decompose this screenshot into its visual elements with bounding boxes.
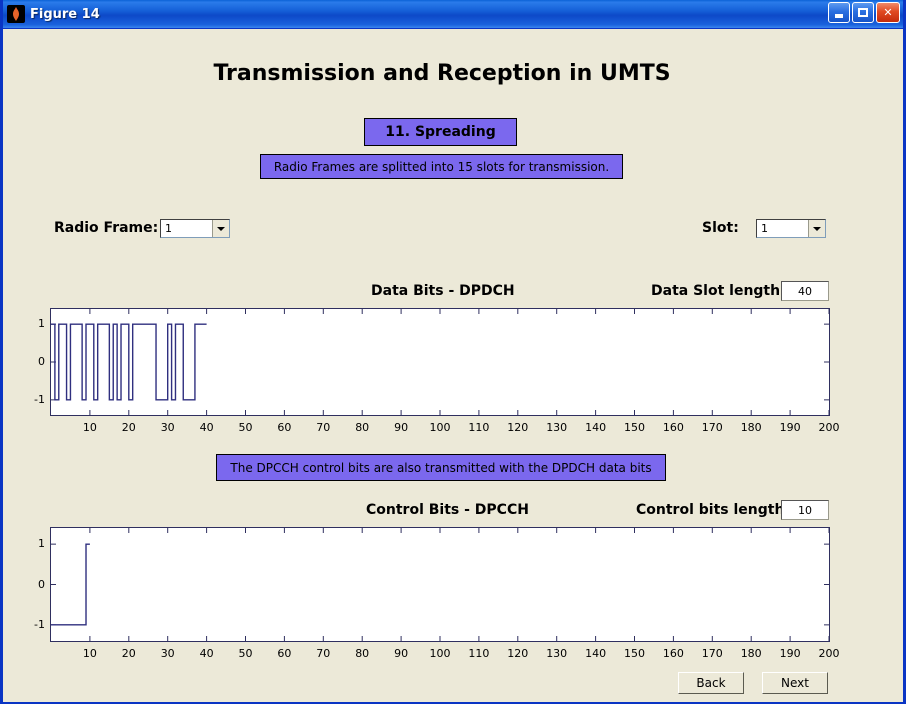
chevron-down-icon[interactable] xyxy=(808,220,825,237)
xtick-label: 130 xyxy=(546,647,568,660)
xtick-label: 60 xyxy=(277,421,292,434)
xtick-label: 200 xyxy=(818,647,840,660)
xtick-label: 140 xyxy=(585,647,607,660)
waveform-trace xyxy=(51,543,90,626)
figure-window: Figure 14 ✕ Transmission and Reception i… xyxy=(0,0,906,704)
window-controls: ✕ xyxy=(828,2,900,23)
xtick-label: 90 xyxy=(394,647,409,660)
xtick-label: 80 xyxy=(355,647,370,660)
ytick-label: 0 xyxy=(38,577,45,591)
radio-frame-value: 1 xyxy=(165,222,172,235)
slot-dropdown[interactable]: 1 xyxy=(756,219,826,238)
xtick-label: 90 xyxy=(394,421,409,434)
xtick-label: 100 xyxy=(429,647,451,660)
page-title: Transmission and Reception in UMTS xyxy=(213,61,671,86)
control-bits-length-input[interactable]: 10 xyxy=(781,500,829,520)
xtick-label: 60 xyxy=(277,647,292,660)
control-bits-length-label: Control bits length xyxy=(636,502,785,518)
xtick-label: 170 xyxy=(701,647,723,660)
ytick-label: 0 xyxy=(38,355,45,368)
figure-canvas: Transmission and Reception in UMTS 11. S… xyxy=(3,29,903,702)
slot-label: Slot: xyxy=(702,220,739,236)
data-plot-title: Data Bits - DPDCH xyxy=(371,283,515,299)
xtick-label: 180 xyxy=(740,421,762,434)
xtick-label: 20 xyxy=(121,421,136,434)
xtick-label: 110 xyxy=(468,421,490,434)
xtick-label: 140 xyxy=(585,421,607,434)
back-button[interactable]: Back xyxy=(678,672,744,694)
xtick-label: 170 xyxy=(701,421,723,434)
matlab-icon xyxy=(7,5,25,23)
xtick-label: 10 xyxy=(82,421,97,434)
xtick-label: 120 xyxy=(507,421,529,434)
xtick-label: 130 xyxy=(546,421,568,434)
slot-value: 1 xyxy=(761,222,768,235)
xtick-label: 70 xyxy=(316,647,331,660)
close-icon[interactable]: ✕ xyxy=(876,2,900,23)
chevron-down-icon[interactable] xyxy=(212,220,229,237)
control-plot-title: Control Bits - DPCCH xyxy=(366,502,529,518)
xtick-label: 160 xyxy=(662,647,684,660)
xtick-label: 190 xyxy=(779,647,801,660)
ytick-label: -1 xyxy=(34,617,45,631)
window-title: Figure 14 xyxy=(30,6,100,22)
data-slot-length-label: Data Slot length xyxy=(651,283,781,299)
minimize-icon[interactable] xyxy=(828,2,850,23)
data-bits-plot xyxy=(50,308,830,416)
xtick-label: 120 xyxy=(507,647,529,660)
next-button[interactable]: Next xyxy=(762,672,828,694)
waveform-trace xyxy=(51,323,207,401)
xtick-label: 150 xyxy=(624,647,645,660)
maximize-icon[interactable] xyxy=(852,2,874,23)
matlab-flame-glyph xyxy=(13,7,19,21)
ytick-label: -1 xyxy=(34,392,45,406)
xtick-label: 40 xyxy=(199,421,214,434)
radio-frame-dropdown[interactable]: 1 xyxy=(160,219,230,238)
xtick-label: 200 xyxy=(818,421,840,434)
xtick-label: 80 xyxy=(355,421,370,434)
xtick-label: 110 xyxy=(468,647,490,660)
radio-frame-label: Radio Frame: xyxy=(54,220,159,236)
xtick-label: 190 xyxy=(779,421,801,434)
ytick-label: 1 xyxy=(38,317,45,331)
xtick-label: 20 xyxy=(121,647,136,660)
xtick-label: 150 xyxy=(624,421,645,434)
control-bits-plot xyxy=(50,527,830,642)
control-bits-trace-svg xyxy=(51,528,829,641)
ytick-label: 1 xyxy=(38,537,45,551)
info-message-2: The DPCCH control bits are also transmit… xyxy=(216,454,666,481)
data-bits-trace-svg xyxy=(51,309,829,415)
info-message-1: Radio Frames are splitted into 15 slots … xyxy=(260,154,623,179)
xtick-label: 180 xyxy=(740,647,762,660)
step-title-box: 11. Spreading xyxy=(364,118,517,146)
data-slot-length-input[interactable]: 40 xyxy=(781,281,829,301)
xtick-label: 30 xyxy=(160,647,175,660)
xtick-label: 50 xyxy=(238,647,253,660)
xtick-label: 40 xyxy=(199,647,214,660)
xtick-label: 100 xyxy=(429,421,451,434)
xtick-label: 10 xyxy=(82,647,97,660)
xtick-label: 160 xyxy=(662,421,684,434)
xtick-label: 50 xyxy=(238,421,253,434)
xtick-label: 30 xyxy=(160,421,175,434)
window-titlebar: Figure 14 ✕ xyxy=(3,0,903,29)
xtick-label: 70 xyxy=(316,421,331,434)
